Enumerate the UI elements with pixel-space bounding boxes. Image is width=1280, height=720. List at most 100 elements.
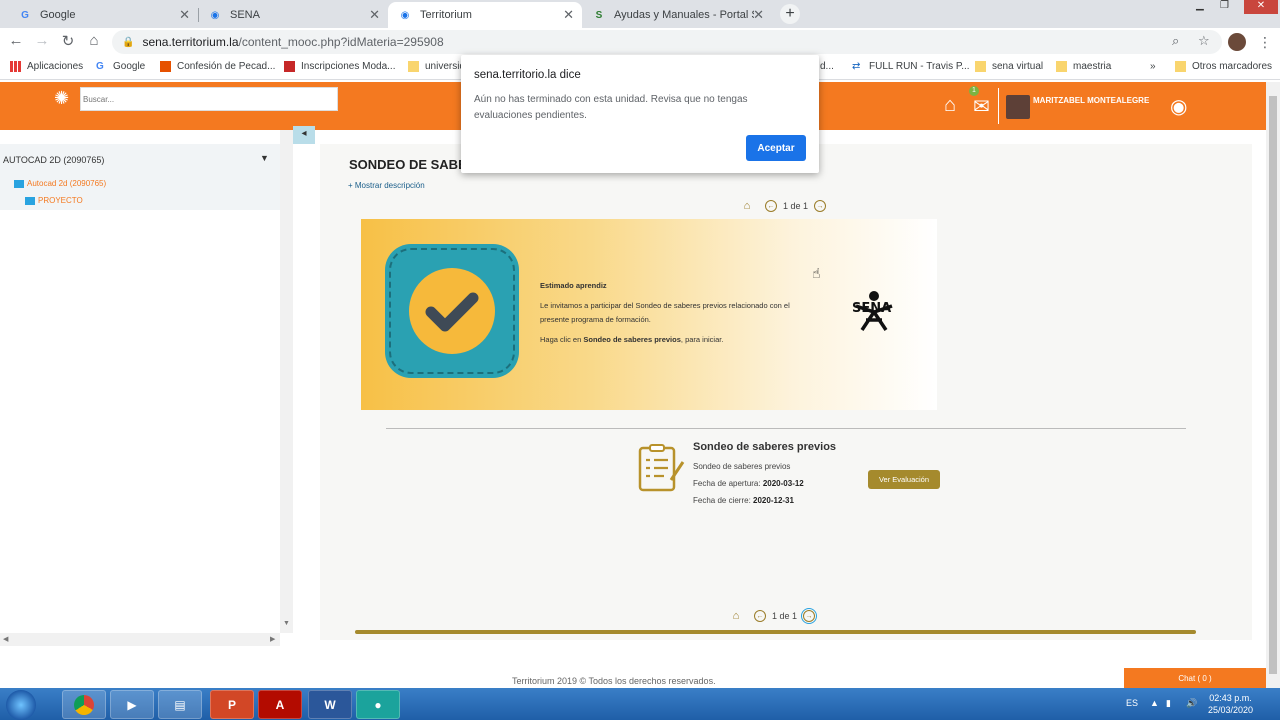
page-scrollbar[interactable] bbox=[1266, 82, 1280, 688]
language-indicator[interactable]: ES bbox=[1126, 698, 1138, 708]
address-bar[interactable]: 🔒 sena.territorium.la/content_mooc.php?i… bbox=[112, 30, 1222, 54]
bookmark-full-run[interactable]: ⇄ FULL RUN - Travis P... bbox=[852, 61, 970, 72]
powerpoint-taskbar-icon[interactable]: P bbox=[210, 690, 254, 719]
scroll-down-arrow-icon[interactable]: ▼ bbox=[283, 620, 290, 627]
accept-button[interactable]: Aceptar bbox=[746, 135, 806, 161]
bookmark-otros[interactable]: Otros marcadores bbox=[1175, 61, 1272, 72]
tab-ayudas[interactable]: S Ayudas y Manuales - Portal SOFI ✕ bbox=[582, 2, 772, 28]
bookmark-universid[interactable]: universid bbox=[408, 61, 465, 72]
bookmark-sena-virtual[interactable]: sena virtual bbox=[975, 61, 1043, 72]
scroll-left-arrow-icon[interactable]: ◀ bbox=[3, 635, 8, 643]
home-icon[interactable]: ⌂ bbox=[944, 94, 956, 117]
scrollbar-thumb[interactable] bbox=[1269, 96, 1277, 674]
bookmark-inscripciones[interactable]: Inscripciones Moda... bbox=[284, 61, 396, 72]
avatar[interactable] bbox=[1006, 95, 1030, 119]
file-explorer-taskbar-icon[interactable]: ▤ bbox=[158, 690, 202, 719]
tab-title: Google bbox=[40, 9, 76, 21]
forward-arrow-icon[interactable]: → bbox=[32, 32, 52, 49]
browser-tab-strip: G Google ✕ ◉ SENA ✕ ◉ Territorium ✕ S Ay… bbox=[0, 0, 1280, 28]
sena-logo: SENA bbox=[848, 290, 900, 340]
browser-toolbar: ← → ↻ ⌂ 🔒 sena.territorium.la/content_mo… bbox=[0, 28, 1280, 56]
folder-icon bbox=[408, 61, 419, 72]
bookmark-google[interactable]: G Google bbox=[96, 61, 145, 72]
sidebar-horizontal-scrollbar[interactable]: ◀ ▶ bbox=[0, 633, 280, 646]
bookmark-maestria[interactable]: maestria bbox=[1056, 61, 1111, 72]
link-icon: ⇄ bbox=[852, 61, 861, 72]
bookmark-star-icon[interactable]: ☆ bbox=[1198, 33, 1210, 49]
sidebar-scrollbar[interactable]: ▼ bbox=[280, 130, 293, 633]
search-input[interactable] bbox=[80, 87, 338, 111]
banner-instruction: Haga clic en Sondeo de saberes previos, … bbox=[540, 335, 724, 344]
profile-avatar[interactable] bbox=[1228, 33, 1246, 51]
tab-territorium[interactable]: ◉ Territorium ✕ bbox=[388, 2, 582, 28]
tray-expand-icon[interactable]: ▲ bbox=[1150, 698, 1159, 708]
prev-page-icon[interactable]: ← bbox=[765, 200, 777, 212]
acrobat-taskbar-icon[interactable]: A bbox=[258, 690, 302, 719]
tab-title: SENA bbox=[230, 9, 260, 21]
scroll-right-arrow-icon[interactable]: ▶ bbox=[270, 635, 275, 643]
start-button[interactable] bbox=[6, 690, 36, 720]
chat-button[interactable]: Chat ( 0 ) bbox=[1124, 668, 1266, 688]
close-icon[interactable]: ✕ bbox=[179, 7, 190, 23]
volume-icon[interactable]: 🔊 bbox=[1186, 698, 1197, 709]
system-clock[interactable]: 02:43 p.m. 25/03/2020 bbox=[1208, 692, 1253, 716]
view-evaluation-button[interactable]: Ver Evaluación bbox=[868, 470, 940, 489]
sena-logo-icon[interactable]: ✺ bbox=[54, 88, 69, 109]
minimize-icon[interactable]: ▁ bbox=[1196, 0, 1204, 16]
chevron-down-icon[interactable]: ▼ bbox=[260, 153, 269, 163]
territorium-eye-icon: ◉ bbox=[400, 9, 410, 21]
next-page-icon[interactable]: → bbox=[801, 608, 818, 624]
prev-page-icon[interactable]: ← bbox=[754, 610, 766, 622]
close-icon[interactable]: ✕ bbox=[563, 7, 574, 23]
tab-sena[interactable]: ◉ SENA ✕ bbox=[198, 2, 388, 28]
url-path: /content_mooc.php?idMateria=295908 bbox=[238, 35, 444, 49]
close-icon[interactable]: ✕ bbox=[753, 7, 764, 23]
home-icon[interactable]: ⌂ bbox=[730, 610, 742, 622]
close-icon[interactable]: ✕ bbox=[369, 7, 380, 23]
window-close-button[interactable]: ✕ bbox=[1244, 0, 1278, 14]
new-tab-button[interactable]: + bbox=[780, 4, 800, 24]
bookmark-confesion[interactable]: Confesión de Pecad... bbox=[160, 61, 275, 72]
section-divider bbox=[386, 428, 1186, 429]
sidebar-collapse-button[interactable]: ◂ bbox=[293, 126, 315, 144]
zoom-icon[interactable]: ⌕ bbox=[1172, 33, 1179, 49]
sidebar-item-autocad[interactable]: Autocad 2d (2090765) bbox=[14, 179, 106, 188]
evaluation-close-date: Fecha de cierre: 2020-12-31 bbox=[693, 496, 794, 505]
recorder-taskbar-icon[interactable]: ● bbox=[356, 690, 400, 719]
google-icon: G bbox=[21, 9, 29, 21]
browser-menu-icon[interactable]: ⋮ bbox=[1258, 34, 1272, 51]
banner-invitation: Le invitamos a participar del Sondeo de … bbox=[540, 301, 790, 324]
evaluation-list-icon bbox=[637, 444, 687, 494]
user-name[interactable]: MARITZABEL MONTEALEGRE bbox=[1033, 96, 1149, 105]
site-icon bbox=[160, 61, 171, 72]
battery-icon[interactable]: ▮ bbox=[1166, 698, 1171, 709]
course-title[interactable]: AUTOCAD 2D (2090765) bbox=[3, 155, 104, 165]
show-description-link[interactable]: + Mostrar descripción bbox=[348, 181, 425, 190]
tab-title: Ayudas y Manuales - Portal SOFI bbox=[614, 9, 754, 21]
tab-title: Territorium bbox=[420, 9, 472, 21]
bookmark-apps[interactable]: Aplicaciones bbox=[10, 61, 83, 72]
next-page-icon[interactable]: → bbox=[814, 200, 827, 212]
restore-icon[interactable]: ❐ bbox=[1220, 0, 1229, 16]
mail-icon[interactable]: ✉ bbox=[973, 94, 990, 119]
evaluation-open-date: Fecha de apertura: 2020-03-12 bbox=[693, 479, 804, 488]
bookmarks-overflow-button[interactable]: » bbox=[1150, 61, 1156, 72]
chrome-taskbar-icon[interactable] bbox=[62, 690, 106, 719]
evaluation-title: Sondeo de saberes previos bbox=[693, 441, 837, 453]
banner-text: Estimado aprendiz Le invitamos a partici… bbox=[540, 279, 810, 353]
media-player-taskbar-icon[interactable]: ▶ bbox=[110, 690, 154, 719]
page-indicator: 1 de 1 bbox=[772, 611, 798, 621]
bookmark-d[interactable]: d... bbox=[820, 61, 834, 72]
hand-cursor-icon: ☝ bbox=[812, 265, 821, 281]
footer-copyright: Territorium 2019 © Todos los derechos re… bbox=[512, 676, 716, 686]
home-icon[interactable]: ⌂ bbox=[741, 200, 753, 212]
word-taskbar-icon[interactable]: W bbox=[308, 690, 352, 719]
lock-icon: 🔒 bbox=[122, 36, 135, 48]
tab-google[interactable]: G Google ✕ bbox=[8, 2, 198, 28]
eye-icon[interactable]: ◉ bbox=[1170, 94, 1187, 119]
dialog-message: Aún no has terminado con esta unidad. Re… bbox=[474, 94, 748, 121]
home-icon[interactable]: ⌂ bbox=[84, 32, 104, 49]
sidebar-item-proyecto[interactable]: PROYECTO bbox=[25, 196, 83, 205]
back-arrow-icon[interactable]: ← bbox=[6, 32, 26, 49]
reload-icon[interactable]: ↻ bbox=[58, 32, 78, 50]
